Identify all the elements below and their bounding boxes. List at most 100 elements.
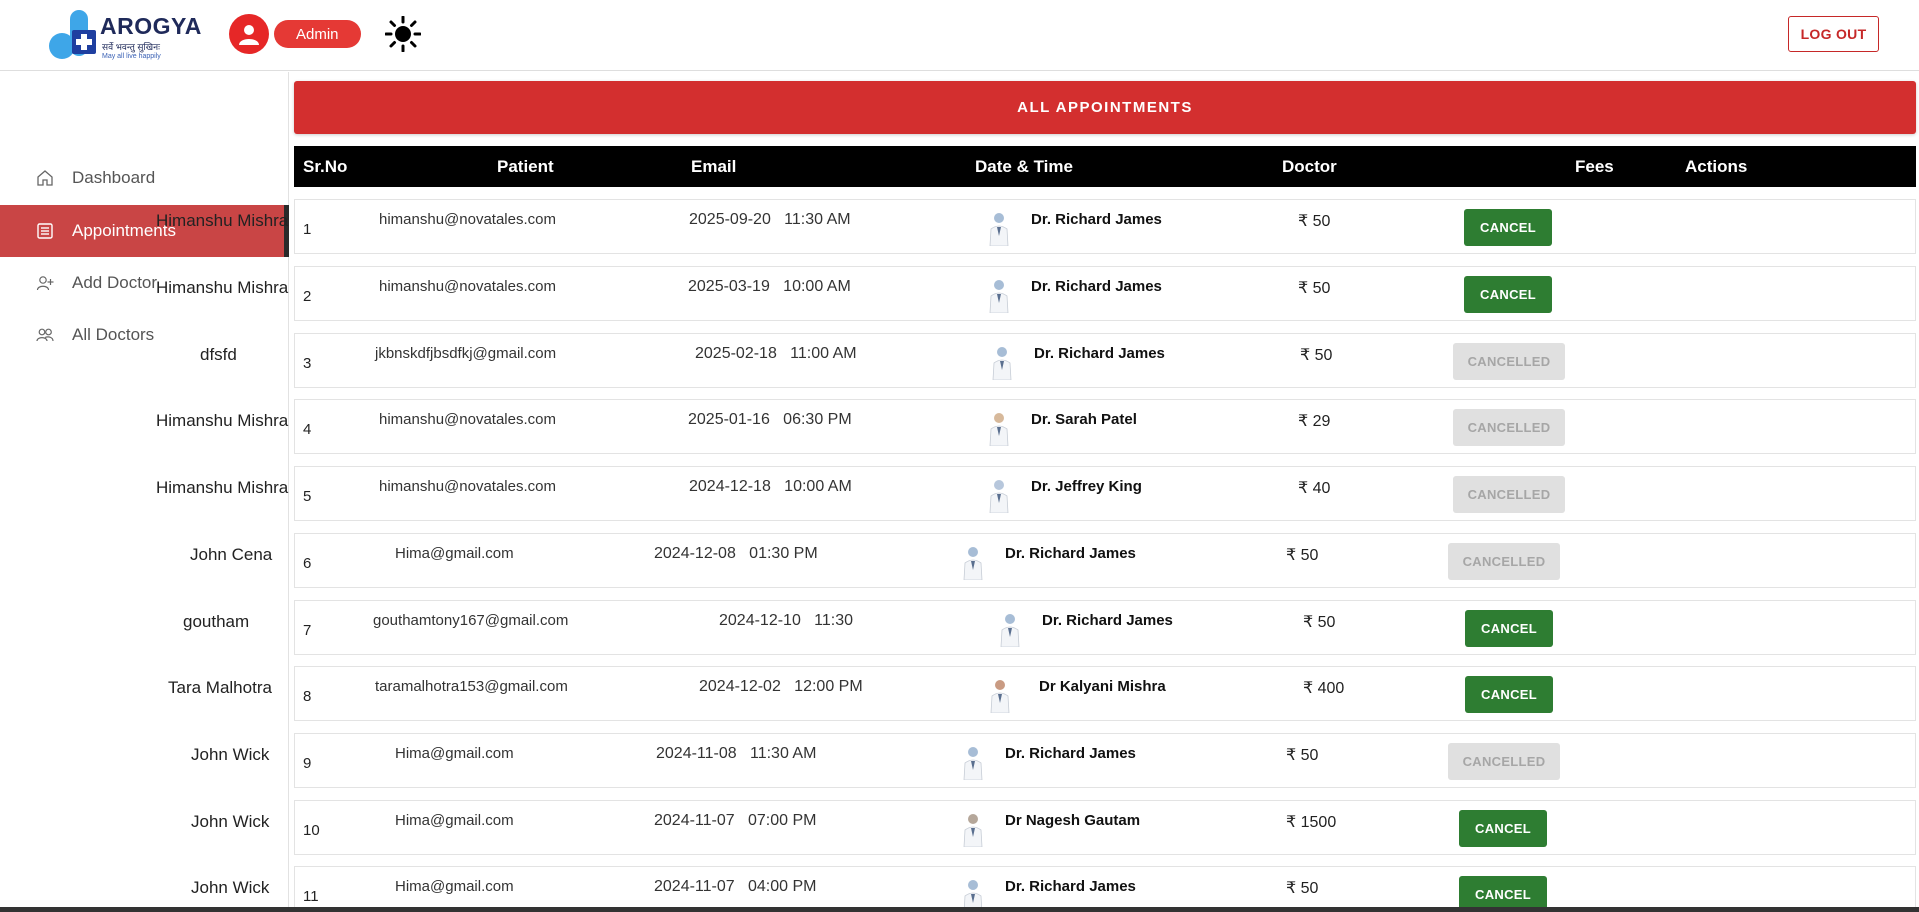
appointment-date-time: 2025-03-19 10:00 AM (688, 278, 851, 295)
doctor-avatar-icon (989, 213, 1009, 246)
user-info: Admin (215, 12, 361, 56)
serial-number: 1 (303, 221, 312, 238)
doctor-name: Dr. Richard James (1005, 878, 1136, 895)
doctor-avatar-icon (992, 347, 1012, 380)
patient-email: jkbnskdfjbsdfkj@gmail.com (375, 345, 557, 362)
top-header: AROGYA सर्वे भवन्तु सुखिनः May all live … (0, 0, 1919, 71)
sidebar-item-all-doctors[interactable]: All Doctors (0, 309, 289, 361)
patient-email: himanshu@novatales.com (379, 278, 556, 295)
serial-number: 7 (303, 622, 312, 639)
sidebar-item-label: All Doctors (72, 325, 155, 344)
doctor-name: Dr. Jeffrey King (1031, 478, 1142, 495)
arogya-logo[interactable]: AROGYA सर्वे भवन्तु सुखिनः May all live … (48, 8, 201, 62)
user-avatar-icon[interactable] (229, 14, 269, 54)
cancelled-status-button: CANCELLED (1453, 409, 1565, 446)
appointment-date-time: 2024-12-10 11:30 (719, 612, 854, 629)
appointment-fee: ₹ 50 (1286, 880, 1319, 897)
appointment-date-time: 2024-11-08 11:30 AM (656, 745, 817, 762)
bottom-border (0, 907, 1919, 912)
sidebar-item-dashboard[interactable]: Dashboard (0, 152, 289, 204)
cancel-appointment-button[interactable]: CANCEL (1464, 209, 1552, 246)
table-row: 3 dfsfd jkbnskdfjbsdfkj@gmail.com 2025-02-1… (200, 333, 1916, 388)
sun-icon[interactable] (384, 15, 422, 53)
brand-tagline-hindi: सर्वे भवन्तु सुखिनः (102, 42, 160, 52)
patient-email: himanshu@novatales.com (379, 411, 556, 428)
doctor-name: Dr. Richard James (1031, 278, 1162, 295)
table-row: 5 Himanshu Mishra himanshu@novatales.com 20… (156, 466, 1916, 521)
table-row: 11 John Wick Hima@gmail.com 2024-11-07 04:0… (191, 866, 1916, 912)
doctor-name: Dr Nagesh Gautam (1005, 812, 1141, 829)
serial-number: 3 (303, 355, 312, 372)
serial-number: 9 (303, 755, 312, 772)
cancel-appointment-button[interactable]: CANCEL (1464, 276, 1552, 313)
patient-name: John Wick (191, 745, 270, 764)
doctor-name: Dr. Richard James (1031, 211, 1162, 228)
appointment-fee: ₹ 50 (1303, 614, 1336, 631)
patient-name: goutham (183, 612, 250, 631)
table-row: 4 Himanshu Mishra himanshu@novatales.com 20… (156, 399, 1916, 454)
doctor-avatar-icon (963, 814, 983, 847)
appointment-fee: ₹ 50 (1286, 547, 1319, 564)
patient-email: gouthamtony167@gmail.com (373, 612, 569, 629)
serial-number: 2 (303, 288, 312, 305)
table-header: Sr.No Patient Email Date & Time Doctor F… (294, 146, 1916, 187)
home-icon (36, 169, 54, 187)
appointment-fee: ₹ 50 (1298, 280, 1331, 297)
doctor-name: Dr Kalyani Mishra (1039, 678, 1166, 695)
doctor-name: Dr. Richard James (1005, 545, 1136, 562)
doctor-avatar-icon (989, 280, 1009, 313)
add-user-icon (36, 274, 54, 292)
serial-number: 10 (303, 822, 320, 839)
appointment-fee: ₹ 50 (1298, 213, 1331, 230)
sidebar-item-label: Add Doctor (72, 273, 158, 292)
serial-number: 6 (303, 555, 312, 572)
role-badge: Admin (274, 20, 361, 48)
patient-email: taramalhotra153@gmail.com (375, 678, 568, 695)
column-header-fees: Fees (1575, 157, 1614, 176)
patient-email: himanshu@novatales.com (379, 211, 556, 228)
patient-name: Himanshu Mishra (156, 211, 289, 230)
table-row: 9 John Wick Hima@gmail.com 2024-11-08 11:30… (191, 733, 1916, 788)
column-header-email: Email (691, 157, 737, 176)
appointment-fee: ₹ 400 (1303, 680, 1345, 697)
patient-name: John Wick (191, 812, 270, 831)
patient-email: himanshu@novatales.com (379, 478, 556, 495)
column-header-actions: Actions (1685, 157, 1748, 176)
doctor-avatar-icon (963, 747, 983, 780)
patient-name: Tara Malhotra (168, 678, 272, 697)
appointment-fee: ₹ 1500 (1286, 814, 1337, 831)
doctor-name: Dr. Richard James (1042, 612, 1173, 629)
appointment-date-time: 2025-02-18 11:00 AM (695, 345, 857, 362)
cancelled-status-button: CANCELLED (1453, 343, 1565, 380)
brand-name: AROGYA (100, 13, 202, 39)
patient-email: Hima@gmail.com (395, 812, 514, 829)
appointment-date-time: 2024-11-07 04:00 PM (654, 878, 817, 895)
serial-number: 4 (303, 421, 312, 438)
page-title: ALL APPOINTMENTS (294, 81, 1916, 134)
appointment-date-time: 2024-12-02 12:00 PM (699, 678, 863, 695)
cancel-appointment-button[interactable]: CANCEL (1465, 610, 1553, 647)
patient-email: Hima@gmail.com (395, 745, 514, 762)
appointment-date-time: 2024-12-08 01:30 PM (654, 545, 818, 562)
users-icon (36, 326, 54, 344)
patient-name: Himanshu Mishra (156, 278, 289, 297)
cancelled-status-button: CANCELLED (1448, 543, 1560, 580)
cancel-appointment-button[interactable]: CANCEL (1459, 810, 1547, 847)
doctor-avatar-icon (963, 547, 983, 580)
patient-name: John Cena (190, 545, 273, 564)
patient-email: Hima@gmail.com (395, 545, 514, 562)
table-row: 2 Himanshu Mishra himanshu@novatales.com 20… (156, 266, 1916, 321)
column-header-patient: Patient (497, 157, 554, 176)
doctor-name: Dr. Richard James (1005, 745, 1136, 762)
table-row: 1 Himanshu Mishra himanshu@novatales.com 20… (156, 199, 1916, 254)
doctor-avatar-icon (1000, 614, 1020, 647)
cancelled-status-button: CANCELLED (1448, 743, 1560, 780)
appointment-fee: ₹ 50 (1300, 347, 1333, 364)
cancel-appointment-button[interactable]: CANCEL (1465, 676, 1553, 713)
logout-button[interactable]: LOG OUT (1788, 16, 1879, 52)
appointment-fee: ₹ 29 (1298, 413, 1331, 430)
serial-number: 11 (303, 888, 319, 905)
appointment-date-time: 2025-01-16 06:30 PM (688, 411, 852, 428)
column-header-srno: Sr.No (303, 157, 348, 176)
patient-email: Hima@gmail.com (395, 878, 514, 895)
